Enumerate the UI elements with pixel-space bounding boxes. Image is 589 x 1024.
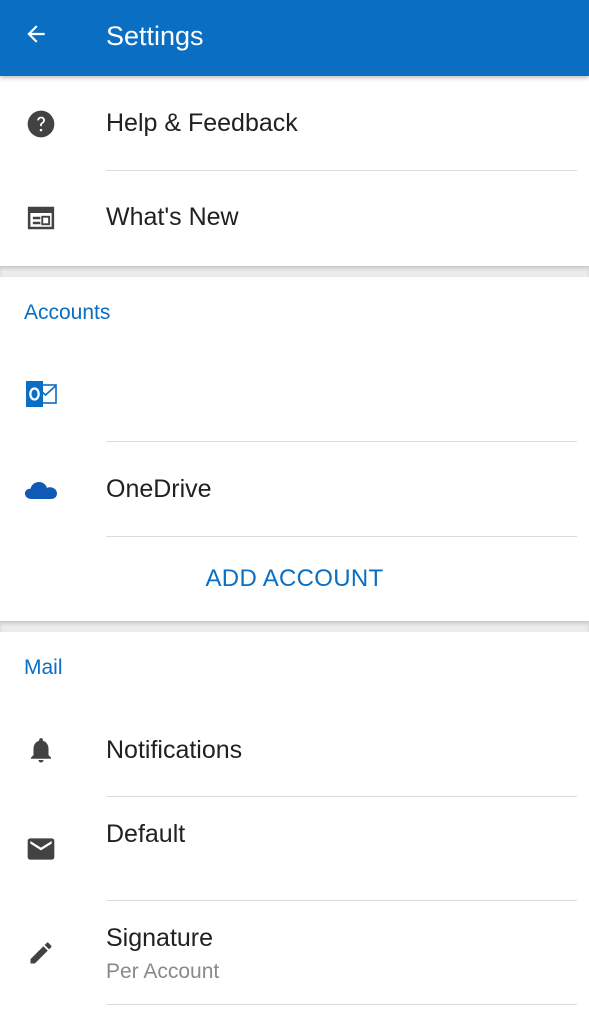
envelope-icon (22, 830, 60, 868)
page-title: Settings (106, 21, 204, 51)
bell-icon (22, 731, 60, 769)
whats-new-item[interactable]: What's New (0, 171, 589, 265)
calendar-icon (22, 199, 60, 237)
signature-label: Signature (106, 924, 214, 952)
outlook-icon (22, 375, 60, 413)
app-bar: Settings (0, 0, 589, 76)
help-circle-icon (22, 105, 60, 143)
onedrive-account-item[interactable]: OneDrive (0, 442, 589, 536)
help-feedback-label: Help & Feedback (106, 109, 298, 137)
outlook-account-item[interactable] (0, 345, 589, 441)
signature-sublabel: Per Account (106, 960, 220, 983)
divider (106, 1004, 577, 1005)
section-separator (0, 621, 589, 632)
divider (106, 536, 577, 537)
back-button[interactable] (14, 14, 58, 58)
mail-section-header: Mail (24, 656, 63, 679)
help-feedback-item[interactable]: Help & Feedback (0, 76, 589, 170)
notifications-label: Notifications (106, 736, 243, 764)
notifications-item[interactable]: Notifications (0, 703, 589, 796)
signature-item[interactable]: Signature Per Account (0, 901, 589, 1004)
whats-new-label: What's New (106, 203, 239, 231)
onedrive-cloud-icon (22, 471, 60, 509)
accounts-section-header: Accounts (24, 301, 111, 324)
default-account-item[interactable]: Default (0, 797, 589, 900)
onedrive-label: OneDrive (106, 475, 212, 503)
arrow-left-icon (23, 21, 49, 52)
section-separator (0, 266, 589, 277)
pencil-icon (22, 934, 60, 972)
default-label: Default (106, 820, 186, 848)
add-account-button[interactable]: ADD ACCOUNT (0, 565, 589, 593)
